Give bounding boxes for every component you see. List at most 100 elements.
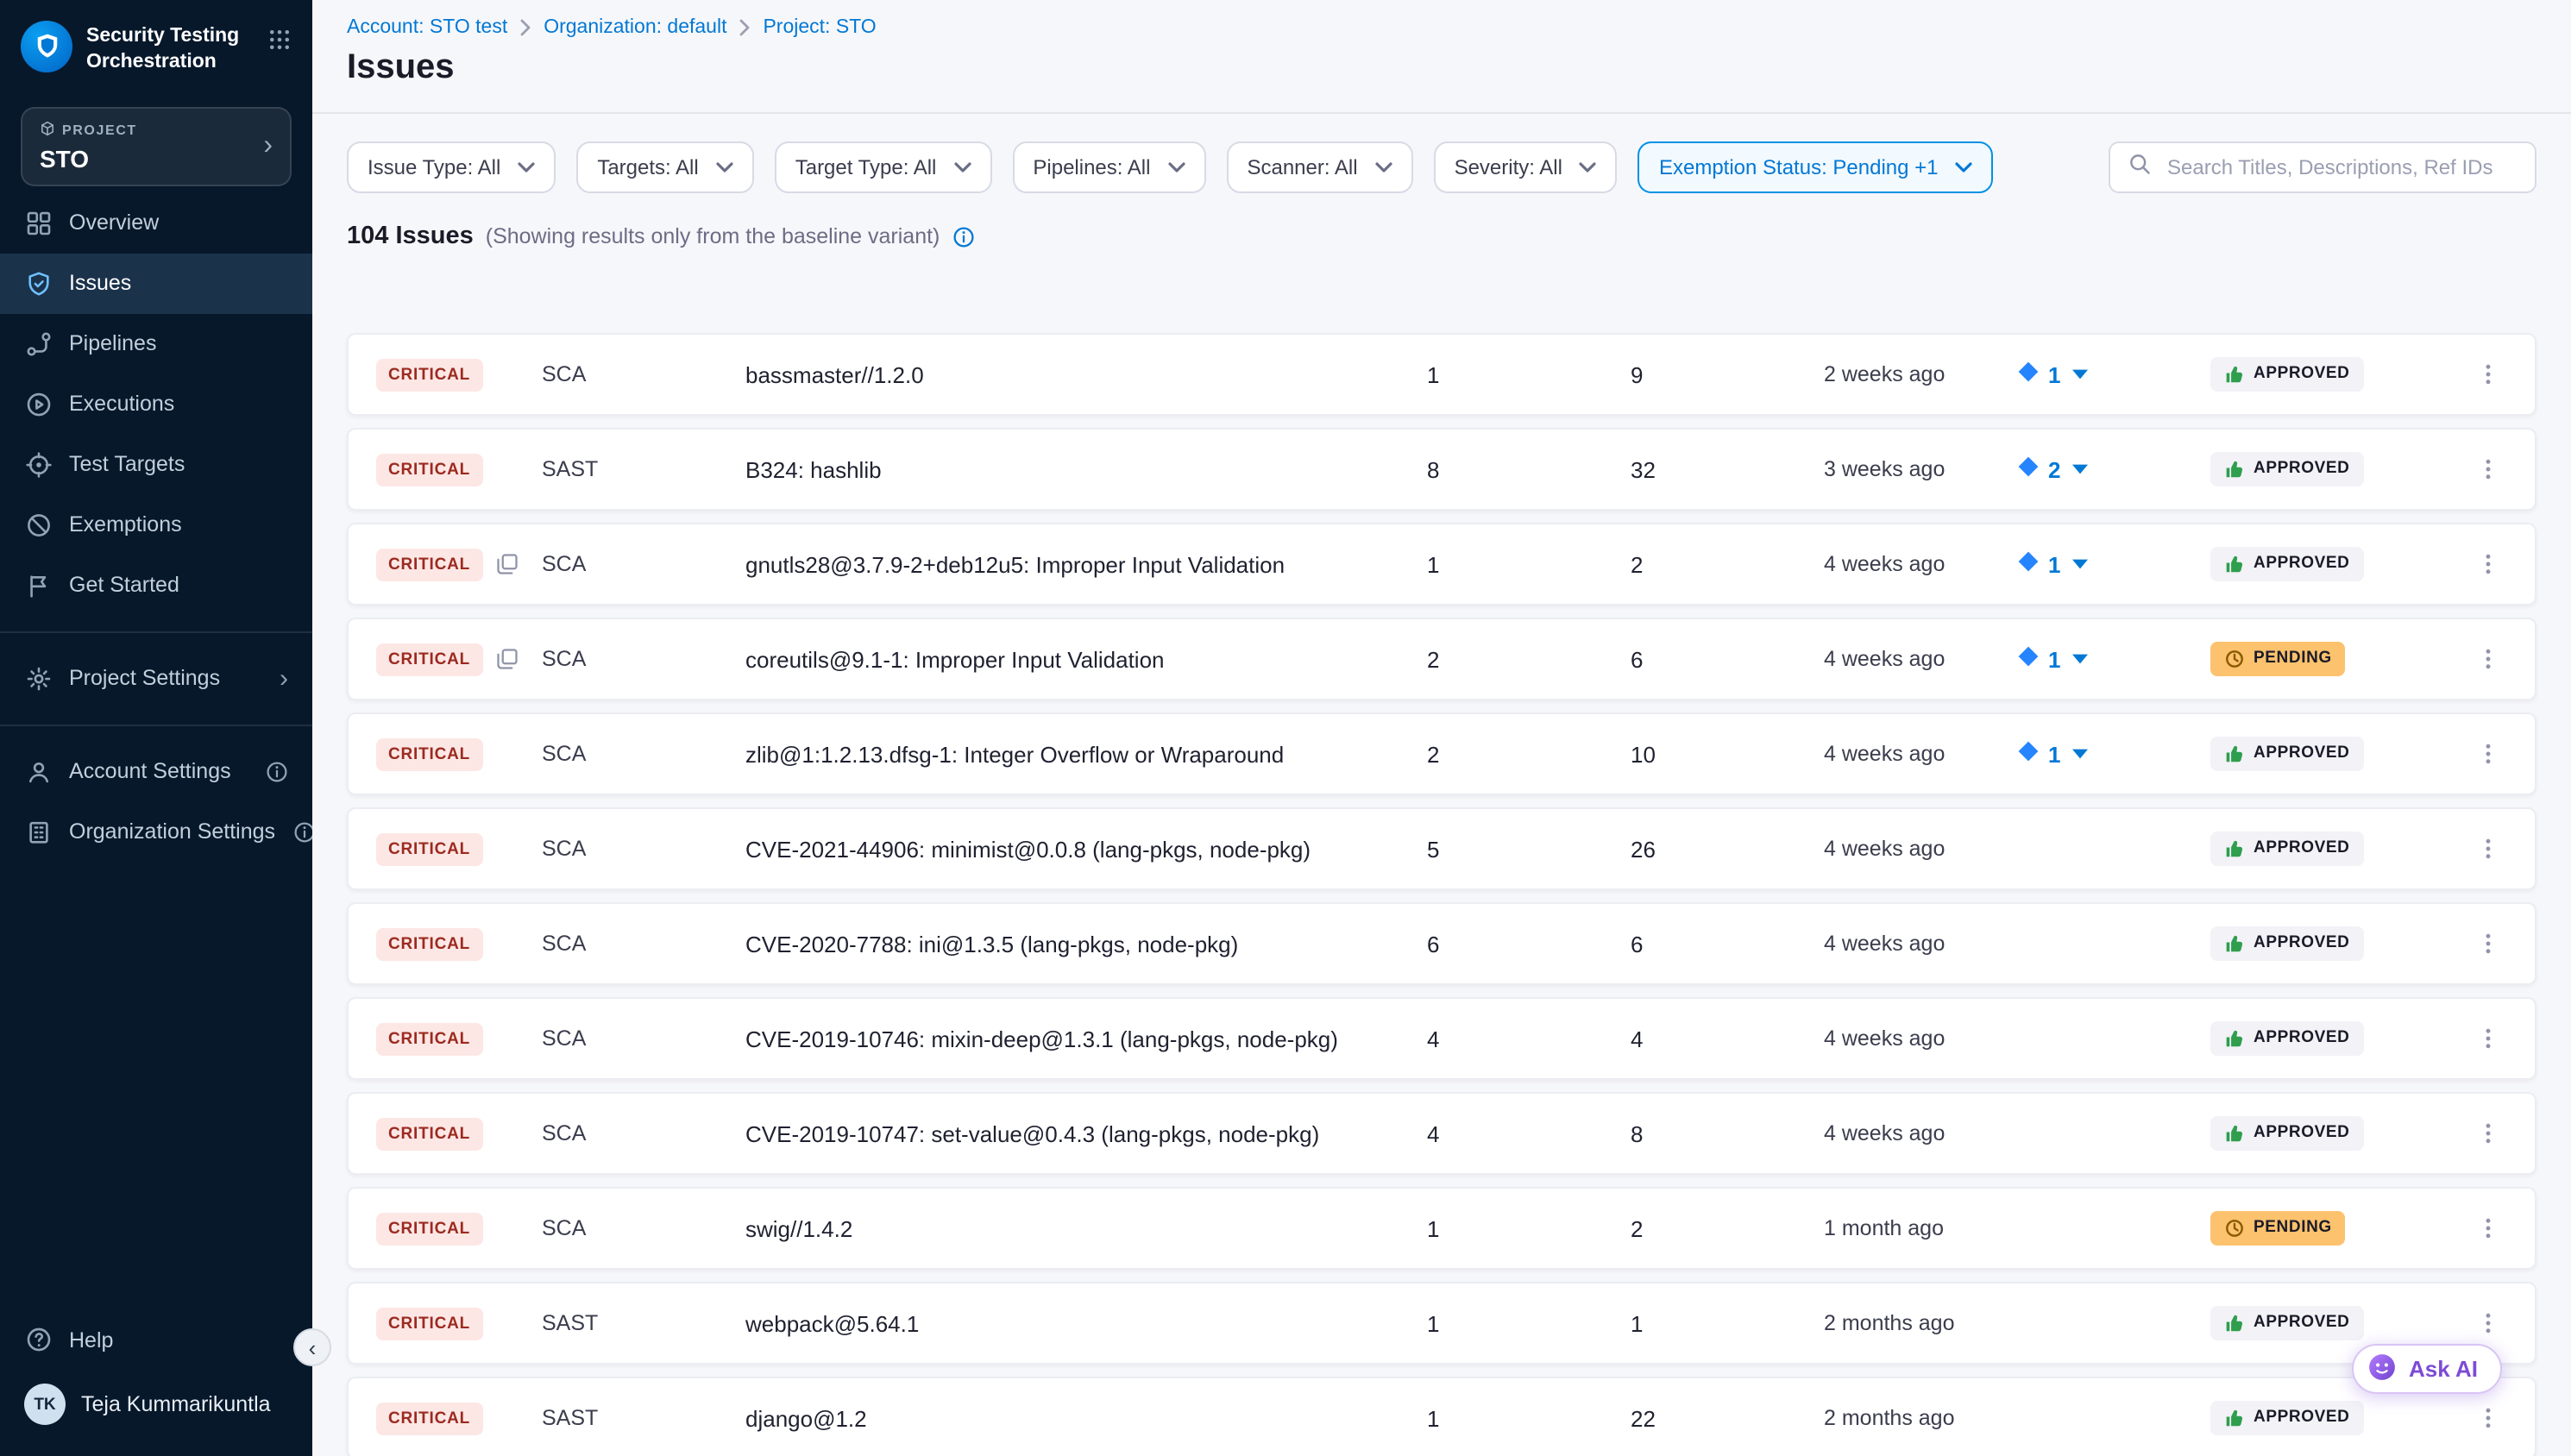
filter-severity[interactable]: Severity: All bbox=[1434, 141, 1618, 193]
row-menu-button[interactable] bbox=[2473, 357, 2504, 392]
gear-icon bbox=[24, 665, 52, 693]
sidebar-item-exemptions[interactable]: Exemptions bbox=[0, 495, 312, 555]
filter-target-type[interactable]: Target Type: All bbox=[775, 141, 992, 193]
table-row[interactable]: CRITICAL SAST webpack@5.64.1 1 1 2 month… bbox=[347, 1282, 2536, 1365]
last-detected-cell: 1 month ago bbox=[1824, 1216, 2017, 1240]
chevron-down-icon bbox=[1580, 162, 1597, 173]
issue-title[interactable]: bassmaster//1.2.0 bbox=[745, 361, 1427, 387]
issue-title[interactable]: django@1.2 bbox=[745, 1405, 1427, 1431]
ticket-link[interactable]: 2 bbox=[2017, 455, 2210, 483]
filter-scanner[interactable]: Scanner: All bbox=[1226, 141, 1412, 193]
grouped-issues-icon bbox=[494, 647, 519, 671]
filter-pipelines[interactable]: Pipelines: All bbox=[1012, 141, 1205, 193]
issue-type-cell: SCA bbox=[542, 1026, 745, 1051]
help-icon bbox=[24, 1326, 52, 1353]
info-icon[interactable] bbox=[952, 225, 974, 248]
search-input[interactable] bbox=[2164, 154, 2518, 181]
project-selector[interactable]: PROJECT STO › bbox=[21, 107, 292, 186]
sidebar-item-test-targets[interactable]: Test Targets bbox=[0, 435, 312, 495]
project-label-text: PROJECT bbox=[62, 122, 137, 138]
status-label: APPROVED bbox=[2254, 554, 2349, 573]
issue-title[interactable]: swig//1.4.2 bbox=[745, 1215, 1427, 1241]
ask-ai-button[interactable]: Ask AI bbox=[2352, 1344, 2502, 1394]
row-menu-button[interactable] bbox=[2473, 1021, 2504, 1056]
row-menu-button[interactable] bbox=[2473, 1116, 2504, 1151]
nav-label: Test Targets bbox=[69, 453, 185, 477]
sidebar-item-organization-settings[interactable]: Organization Settings bbox=[0, 802, 312, 863]
exemption-status-cell: APPROVED bbox=[2210, 546, 2469, 582]
row-menu-button[interactable] bbox=[2473, 1211, 2504, 1246]
table-row[interactable]: CRITICAL SCA CVE-2020-7788: ini@1.3.5 (l… bbox=[347, 902, 2536, 985]
row-menu-button[interactable] bbox=[2473, 547, 2504, 581]
chevron-down-icon bbox=[716, 162, 733, 173]
table-row[interactable]: CRITICAL SCA CVE-2021-44906: minimist@0.… bbox=[347, 807, 2536, 890]
chevron-down-icon bbox=[1375, 162, 1392, 173]
breadcrumb-link[interactable]: Project: STO bbox=[763, 17, 876, 38]
approved-icon bbox=[2224, 553, 2245, 574]
row-menu-button[interactable] bbox=[2473, 926, 2504, 961]
table-row[interactable]: CRITICAL SCA CVE-2019-10747: set-value@0… bbox=[347, 1092, 2536, 1175]
chevron-down-icon bbox=[1167, 162, 1185, 173]
breadcrumb-item: Account: STO test bbox=[347, 17, 507, 38]
ticket-link[interactable]: 1 bbox=[2017, 740, 2210, 768]
severity-badge: CRITICAL bbox=[376, 1307, 482, 1340]
issue-title[interactable]: CVE-2019-10747: set-value@0.4.3 (lang-pk… bbox=[745, 1120, 1427, 1146]
table-row[interactable]: CRITICAL SCA bassmaster//1.2.0 1 9 2 wee… bbox=[347, 333, 2536, 416]
sidebar-item-get-started[interactable]: Get Started bbox=[0, 555, 312, 616]
issue-title[interactable]: webpack@5.64.1 bbox=[745, 1310, 1427, 1336]
filter-targets[interactable]: Targets: All bbox=[576, 141, 753, 193]
app-logo-icon bbox=[21, 21, 72, 72]
filter-issue-type[interactable]: Issue Type: All bbox=[347, 141, 556, 193]
sidebar-item-project-settings[interactable]: Project Settings › bbox=[0, 649, 312, 709]
exemption-status-badge: APPROVED bbox=[2210, 736, 2363, 770]
targets-impacted-cell: 4 bbox=[1427, 1120, 1631, 1146]
row-menu-button[interactable] bbox=[2473, 452, 2504, 486]
table-row[interactable]: CRITICAL SAST django@1.2 1 22 2 months a… bbox=[347, 1377, 2536, 1456]
sidebar-item-issues[interactable]: Issues bbox=[0, 254, 312, 314]
issue-title[interactable]: zlib@1:1.2.13.dfsg-1: Integer Overflow o… bbox=[745, 741, 1427, 767]
row-menu-button[interactable] bbox=[2473, 737, 2504, 771]
table-row[interactable]: CRITICAL SCA zlib@1:1.2.13.dfsg-1: Integ… bbox=[347, 712, 2536, 795]
sidebar-item-help[interactable]: Help bbox=[0, 1309, 312, 1370]
actions-cell bbox=[2469, 1116, 2507, 1151]
row-menu-button[interactable] bbox=[2473, 642, 2504, 676]
row-menu-button[interactable] bbox=[2473, 1401, 2504, 1435]
jira-icon bbox=[2017, 550, 2040, 578]
sidebar-item-executions[interactable]: Executions bbox=[0, 374, 312, 435]
issue-title[interactable]: B324: hashlib bbox=[745, 456, 1427, 482]
sidebar-item-account-settings[interactable]: Account Settings bbox=[0, 742, 312, 802]
user-profile[interactable]: TK Teja Kummarikuntla bbox=[0, 1370, 312, 1439]
table-row[interactable]: CRITICAL SAST B324: hashlib 8 32 3 weeks… bbox=[347, 428, 2536, 511]
breadcrumb-link[interactable]: Account: STO test bbox=[347, 17, 507, 38]
exemption-status-cell: APPROVED bbox=[2210, 1115, 2469, 1152]
targets-impacted-cell: 5 bbox=[1427, 836, 1631, 862]
table-row[interactable]: CRITICAL SCA CVE-2019-10746: mixin-deep@… bbox=[347, 997, 2536, 1080]
last-detected-cell: 2 weeks ago bbox=[1824, 362, 2017, 386]
status-label: APPROVED bbox=[2254, 1313, 2349, 1332]
breadcrumb-link[interactable]: Organization: default bbox=[544, 17, 726, 38]
issue-title[interactable]: CVE-2019-10746: mixin-deep@1.3.1 (lang-p… bbox=[745, 1026, 1427, 1051]
nav-label: Issues bbox=[69, 272, 131, 296]
issue-title[interactable]: gnutls28@3.7.9-2+deb12u5: Improper Input… bbox=[745, 551, 1427, 577]
row-menu-button[interactable] bbox=[2473, 832, 2504, 866]
issue-title[interactable]: CVE-2020-7788: ini@1.3.5 (lang-pkgs, nod… bbox=[745, 931, 1427, 957]
sidebar-nav: Overview Issues Pipelines Executions Tes… bbox=[0, 193, 312, 616]
module-switcher-icon[interactable] bbox=[264, 24, 295, 60]
ticket-link[interactable]: 1 bbox=[2017, 550, 2210, 578]
issue-title[interactable]: CVE-2021-44906: minimist@0.0.8 (lang-pkg… bbox=[745, 836, 1427, 862]
ticket-link[interactable]: 1 bbox=[2017, 645, 2210, 673]
sidebar-item-overview[interactable]: Overview bbox=[0, 193, 312, 254]
row-menu-button[interactable] bbox=[2473, 1306, 2504, 1340]
sidebar-item-pipelines[interactable]: Pipelines bbox=[0, 314, 312, 374]
issue-title[interactable]: coreutils@9.1-1: Improper Input Validati… bbox=[745, 646, 1427, 672]
table-row[interactable]: CRITICAL SCA coreutils@9.1-1: Improper I… bbox=[347, 618, 2536, 700]
table-row[interactable]: CRITICAL SCA gnutls28@3.7.9-2+deb12u5: I… bbox=[347, 523, 2536, 606]
exemption-status-cell: APPROVED bbox=[2210, 736, 2469, 772]
table-row[interactable]: CRITICAL SCA swig//1.4.2 1 2 1 month ago… bbox=[347, 1187, 2536, 1270]
filter-exemption-status[interactable]: Exemption Status: Pending +1 bbox=[1638, 141, 1994, 193]
breadcrumb: Account: STO test Organization: default … bbox=[347, 17, 2536, 38]
filters-row: Issue Type: All Targets: All Target Type… bbox=[312, 114, 2571, 193]
sidebar-collapse-button[interactable]: ‹ bbox=[293, 1328, 331, 1366]
chevron-right-icon bbox=[519, 19, 531, 36]
ticket-link[interactable]: 1 bbox=[2017, 361, 2210, 388]
